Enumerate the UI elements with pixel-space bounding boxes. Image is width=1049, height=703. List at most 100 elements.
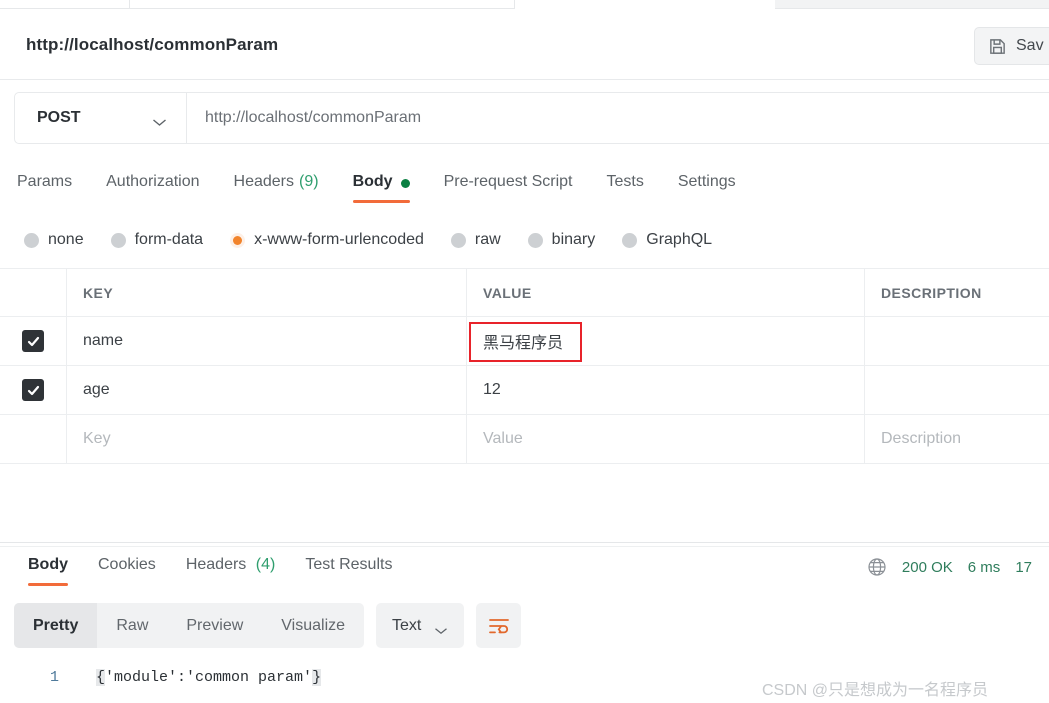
row-checkbox-cell[interactable] bbox=[0, 366, 67, 414]
radio-graphql[interactable]: GraphQL bbox=[622, 231, 712, 249]
tab-strip bbox=[0, 0, 1049, 9]
response-tab-headers-label: Headers bbox=[185, 556, 247, 573]
http-method-label: POST bbox=[37, 109, 81, 126]
radio-x-www-form-urlencoded-label: x-www-form-urlencoded bbox=[254, 231, 424, 248]
response-view-segment: Pretty Raw Preview Visualize bbox=[14, 603, 365, 648]
tab-edge-active bbox=[515, 0, 775, 9]
row-key-input[interactable]: name bbox=[67, 317, 467, 365]
checkbox-checked-icon[interactable] bbox=[22, 330, 44, 352]
response-size: 17 bbox=[1015, 558, 1032, 576]
response-body-code: {'module':'common param'} bbox=[96, 669, 322, 686]
radio-x-www-form-urlencoded[interactable]: x-www-form-urlencoded bbox=[230, 231, 424, 249]
radio-binary-label: binary bbox=[551, 231, 596, 248]
tab-body-label: Body bbox=[352, 173, 393, 190]
url-bar: POST http://localhost/commonParam bbox=[14, 92, 1049, 144]
radio-raw[interactable]: raw bbox=[450, 231, 501, 249]
response-time: 6 ms bbox=[967, 558, 1001, 576]
tab-params[interactable]: Params bbox=[17, 162, 89, 206]
tab-headers[interactable]: Headers (9) bbox=[217, 162, 336, 206]
chevron-down-icon bbox=[434, 622, 448, 634]
tab-tests[interactable]: Tests bbox=[590, 162, 661, 206]
save-button-label: Sav bbox=[1016, 37, 1044, 54]
view-pretty-label: Pretty bbox=[33, 616, 79, 634]
row-checkbox-cell[interactable] bbox=[0, 317, 67, 365]
row-value-input[interactable]: 12 bbox=[467, 366, 865, 414]
body-modified-dot-icon bbox=[400, 179, 410, 188]
radio-form-data[interactable]: form-data bbox=[110, 231, 204, 249]
row-description-input[interactable] bbox=[865, 317, 1049, 365]
header-cell-description: DESCRIPTION bbox=[881, 284, 982, 301]
new-value-input[interactable]: Value bbox=[467, 415, 865, 463]
new-description-input[interactable]: Description bbox=[865, 415, 1049, 463]
request-tabs: Params Authorization Headers (9) Body Pr… bbox=[0, 162, 1049, 206]
tab-headers-label: Headers bbox=[233, 173, 294, 190]
checkbox-checked-icon[interactable] bbox=[22, 379, 44, 401]
tab-authorization[interactable]: Authorization bbox=[89, 162, 216, 206]
radio-none[interactable]: none bbox=[24, 231, 84, 249]
view-pretty-button[interactable]: Pretty bbox=[14, 603, 98, 648]
view-preview-button[interactable]: Preview bbox=[167, 603, 262, 648]
radio-form-data-label: form-data bbox=[134, 231, 204, 248]
radio-graphql-icon bbox=[622, 232, 638, 248]
table-row[interactable]: age 12 bbox=[0, 366, 1049, 415]
response-status-bar: 200 OK 6 ms 17 bbox=[867, 552, 1049, 582]
tab-settings[interactable]: Settings bbox=[661, 162, 753, 206]
response-divider bbox=[0, 542, 1049, 543]
tab-pre-request-script-label: Pre-request Script bbox=[443, 173, 573, 190]
header-cell-key: KEY bbox=[67, 269, 467, 316]
body-type-radio-group: none form-data x-www-form-urlencoded raw… bbox=[24, 224, 1034, 256]
response-divider-secondary bbox=[0, 546, 1049, 547]
table-header-row: KEY VALUE DESCRIPTION bbox=[0, 268, 1049, 317]
globe-icon bbox=[867, 557, 887, 577]
status-badge: 200 OK bbox=[901, 558, 953, 576]
response-format-select[interactable]: Text bbox=[376, 603, 465, 648]
response-tab-body[interactable]: Body bbox=[13, 548, 83, 588]
view-preview-label: Preview bbox=[186, 616, 244, 634]
response-tab-cookies-label: Cookies bbox=[98, 556, 156, 573]
header-cell-value: VALUE bbox=[467, 269, 865, 316]
view-raw-label: Raw bbox=[116, 616, 149, 634]
line-number: 1 bbox=[50, 669, 60, 686]
tab-edge-2 bbox=[130, 0, 515, 9]
postman-request-view: http://localhost/commonParam Sav POST ht… bbox=[0, 0, 1049, 703]
table-row-placeholder[interactable]: Key Value Description bbox=[0, 415, 1049, 464]
tab-pre-request-script[interactable]: Pre-request Script bbox=[427, 162, 590, 206]
save-button[interactable]: Sav bbox=[974, 27, 1049, 65]
radio-none-label: none bbox=[48, 231, 84, 248]
row-checkbox-cell-empty[interactable] bbox=[0, 415, 67, 463]
http-method-select[interactable]: POST bbox=[15, 93, 187, 143]
page-title: http://localhost/commonParam bbox=[26, 35, 279, 54]
header-cell-check bbox=[0, 269, 67, 316]
row-key-input[interactable]: age bbox=[67, 366, 467, 414]
response-body-content: 'module':'common param' bbox=[105, 669, 313, 686]
radio-form-data-icon bbox=[110, 232, 126, 248]
response-tab-headers-count: (4) bbox=[255, 556, 276, 573]
tab-settings-label: Settings bbox=[677, 173, 736, 190]
close-brace: } bbox=[312, 669, 322, 686]
response-format-label: Text bbox=[392, 616, 422, 634]
row-description-input[interactable] bbox=[865, 366, 1049, 414]
response-tab-cookies[interactable]: Cookies bbox=[83, 548, 171, 588]
response-tab-body-label: Body bbox=[28, 556, 68, 573]
save-disk-icon bbox=[988, 37, 1007, 56]
open-brace: { bbox=[96, 669, 106, 686]
url-input[interactable]: http://localhost/commonParam bbox=[187, 93, 1049, 143]
response-tab-test-results[interactable]: Test Results bbox=[290, 548, 407, 588]
table-row[interactable]: name 黑马程序员 bbox=[0, 317, 1049, 366]
tab-authorization-label: Authorization bbox=[106, 173, 200, 190]
radio-graphql-label: GraphQL bbox=[646, 231, 713, 248]
response-tab-headers[interactable]: Headers (4) bbox=[171, 548, 291, 588]
row-value-input[interactable]: 黑马程序员 bbox=[467, 317, 865, 365]
new-key-input[interactable]: Key bbox=[67, 415, 467, 463]
response-tab-test-results-label: Test Results bbox=[305, 556, 393, 573]
params-table: KEY VALUE DESCRIPTION name 黑马程序员 age 12 … bbox=[0, 268, 1049, 464]
view-raw-button[interactable]: Raw bbox=[97, 603, 167, 648]
response-toolbar: Pretty Raw Preview Visualize Text bbox=[14, 603, 522, 648]
word-wrap-button[interactable] bbox=[476, 603, 522, 648]
request-title-bar: http://localhost/commonParam Sav bbox=[0, 9, 1049, 80]
tab-body[interactable]: Body bbox=[336, 162, 427, 206]
tab-tests-label: Tests bbox=[606, 173, 644, 190]
view-visualize-button[interactable]: Visualize bbox=[262, 603, 364, 648]
radio-binary[interactable]: binary bbox=[527, 231, 596, 249]
chevron-down-icon bbox=[152, 114, 167, 126]
